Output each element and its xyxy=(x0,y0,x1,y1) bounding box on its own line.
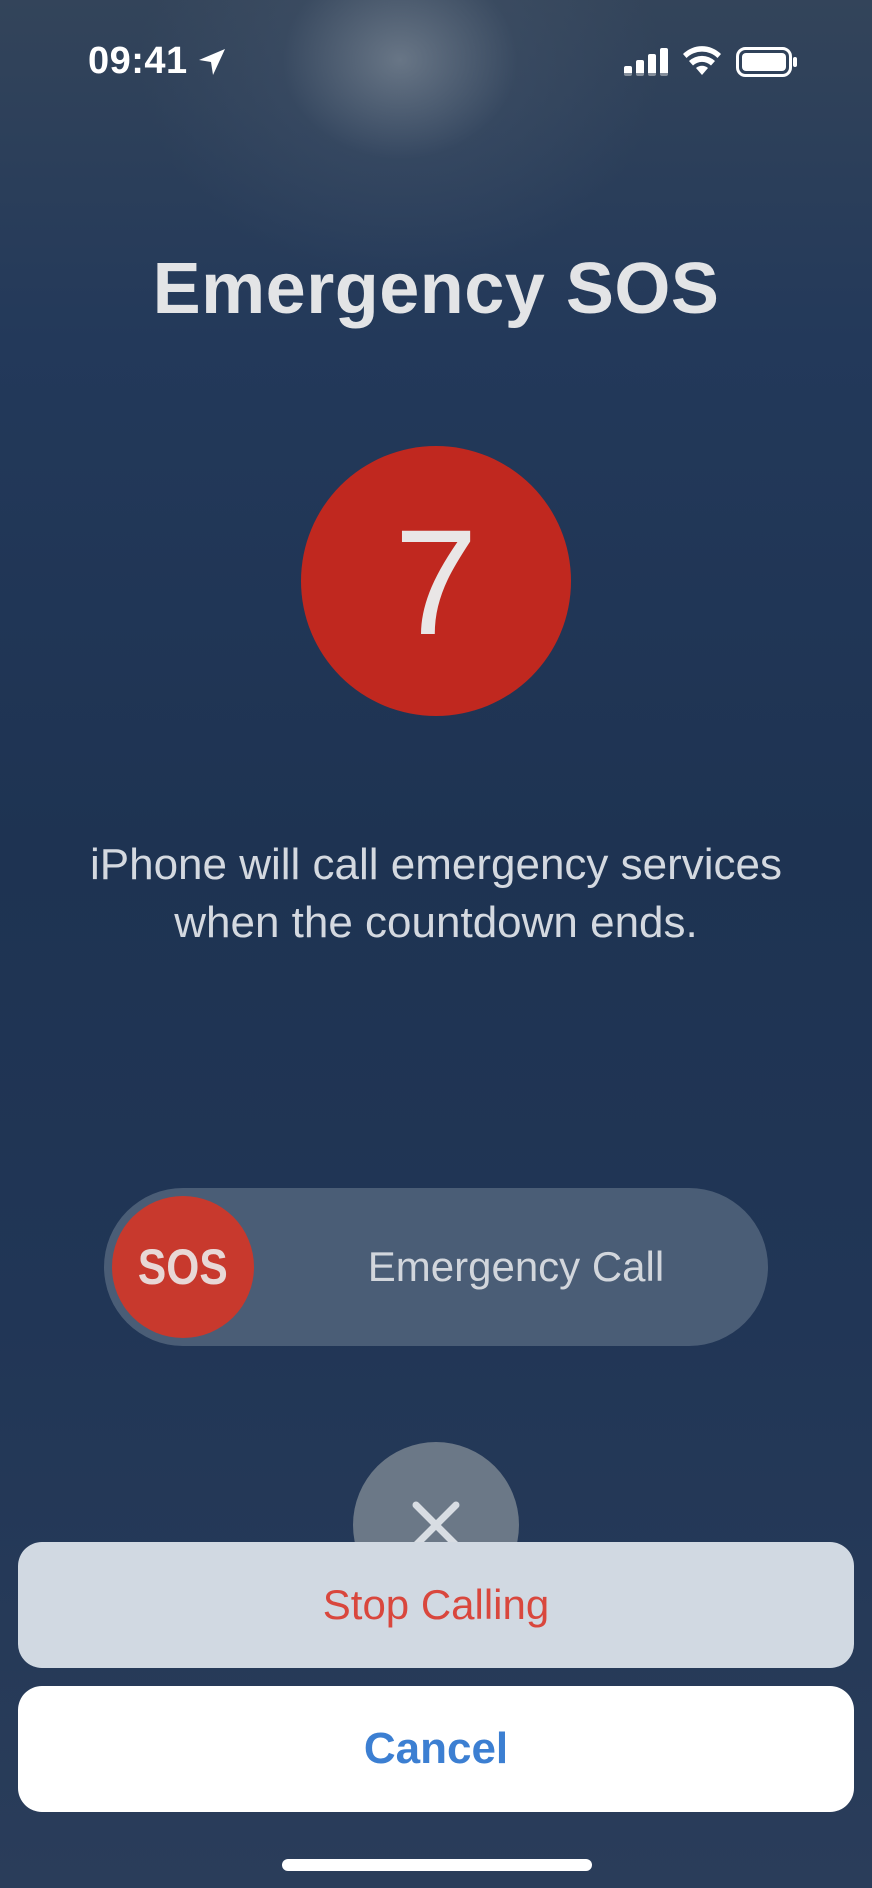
countdown-circle: 7 xyxy=(301,446,571,716)
slider-label: Emergency Call xyxy=(367,1243,665,1290)
cancel-button[interactable]: Cancel xyxy=(18,1686,854,1812)
status-bar: 09:41 xyxy=(0,0,872,120)
stop-calling-label: Stop Calling xyxy=(322,1581,550,1628)
countdown-message: iPhone will call emergency services when… xyxy=(0,836,872,952)
battery-icon xyxy=(736,47,797,77)
emergency-call-slider[interactable]: SOS Emergency Call xyxy=(104,1188,768,1346)
location-arrow-icon xyxy=(199,49,225,75)
status-time: 09:41 xyxy=(88,40,188,82)
page-title: Emergency SOS xyxy=(152,249,720,329)
message-line-1: iPhone will call emergency services xyxy=(89,840,783,889)
wifi-icon xyxy=(683,46,721,75)
countdown-number: 7 xyxy=(394,498,478,666)
sos-knob-label: SOS xyxy=(138,1239,228,1295)
sos-slider-knob[interactable]: SOS xyxy=(112,1196,254,1338)
emergency-sos-screen: 09:41 Emergency SOS 7 iPhone will call e… xyxy=(0,0,872,1888)
cellular-signal-icon xyxy=(624,48,668,77)
message-line-2: when the countdown ends. xyxy=(174,898,698,947)
home-indicator[interactable] xyxy=(282,1859,592,1871)
stop-calling-button[interactable]: Stop Calling xyxy=(18,1542,854,1668)
cancel-label: Cancel xyxy=(363,1724,509,1773)
